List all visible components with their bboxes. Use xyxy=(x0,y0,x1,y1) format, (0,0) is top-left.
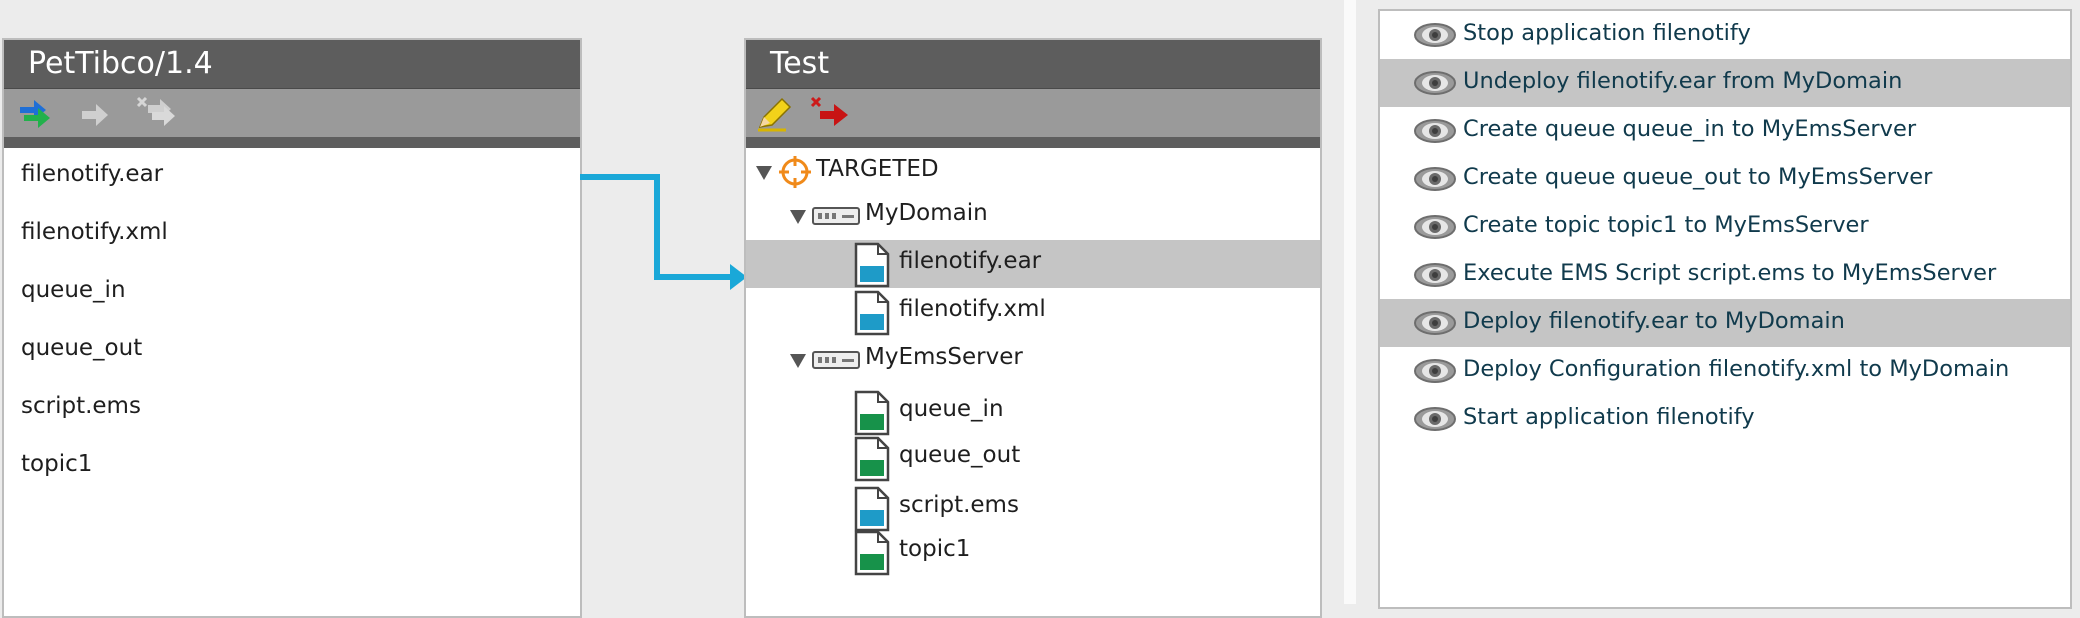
tree-node-file[interactable]: topic1 xyxy=(746,528,1320,576)
tree-node-label: MyEmsServer xyxy=(865,344,1023,370)
eye-icon[interactable] xyxy=(1413,165,1457,199)
tree-node-file[interactable]: script.ems xyxy=(746,484,1320,532)
tree-node-label: topic1 xyxy=(899,536,971,562)
eye-icon[interactable] xyxy=(1413,261,1457,295)
environment-toolbar xyxy=(746,89,1320,137)
deployment-step-label: Deploy filenotify.ear to MyDomain xyxy=(1463,308,1845,334)
deployment-step-label: Create queue queue_out to MyEmsServer xyxy=(1463,164,1933,190)
deployment-step[interactable]: Stop application filenotify xyxy=(1380,11,2070,59)
remove-red-arrow-icon[interactable] xyxy=(810,95,856,137)
deployment-step[interactable]: Start application filenotify xyxy=(1380,395,2070,443)
eye-icon[interactable] xyxy=(1413,213,1457,247)
file-green-icon xyxy=(854,530,890,576)
deployment-step-label: Undeploy filenotify.ear from MyDomain xyxy=(1463,68,1903,94)
tree-node-myemsserver[interactable]: MyEmsServer xyxy=(746,336,1320,384)
deployment-step[interactable]: Create topic topic1 to MyEmsServer xyxy=(1380,203,2070,251)
deployment-step-label: Create topic topic1 to MyEmsServer xyxy=(1463,212,1869,238)
deployment-step[interactable]: Undeploy filenotify.ear from MyDomain xyxy=(1380,59,2070,107)
deployment-steps-list: Stop application filenotify Undeploy file… xyxy=(1380,11,2070,443)
tree-node-file[interactable]: filenotify.ear xyxy=(746,240,1320,288)
deployment-step[interactable]: Deploy filenotify.ear to MyDomain xyxy=(1380,299,2070,347)
tree-node-label: script.ems xyxy=(899,492,1019,518)
package-item[interactable]: script.ems xyxy=(4,386,580,444)
expand-triangle-icon[interactable] xyxy=(790,210,806,224)
file-blue-icon xyxy=(854,290,890,336)
environment-panel-title: Test xyxy=(746,40,1320,89)
tree-node-label: MyDomain xyxy=(865,200,988,226)
toolbar-separator xyxy=(746,137,1320,148)
tree-node-label: queue_in xyxy=(899,396,1004,422)
eye-icon[interactable] xyxy=(1413,309,1457,343)
target-icon xyxy=(779,156,811,188)
drag-connector-arrow xyxy=(580,174,747,290)
deployment-step[interactable]: Create queue queue_in to MyEmsServer xyxy=(1380,107,2070,155)
eye-icon[interactable] xyxy=(1413,405,1457,439)
tree-node-label: queue_out xyxy=(899,442,1021,468)
deployment-step[interactable]: Execute EMS Script script.ems to MyEmsSe… xyxy=(1380,251,2070,299)
panel-gap xyxy=(1344,0,1356,604)
deployment-step-label: Stop application filenotify xyxy=(1463,20,1751,46)
expand-triangle-icon[interactable] xyxy=(756,166,772,180)
server-icon xyxy=(812,351,860,369)
eye-icon[interactable] xyxy=(1413,21,1457,55)
tree-node-file[interactable]: filenotify.xml xyxy=(746,288,1320,336)
eye-icon[interactable] xyxy=(1413,117,1457,151)
deployment-step[interactable]: Deploy Configuration filenotify.xml to M… xyxy=(1380,347,2070,395)
deployment-step[interactable]: Create queue queue_out to MyEmsServer xyxy=(1380,155,2070,203)
file-blue-icon xyxy=(854,486,890,532)
environment-panel: Test TARGETED MyDomain filenotify.ear fi… xyxy=(744,38,1322,618)
package-item[interactable]: queue_out xyxy=(4,328,580,386)
deployment-step-label: Execute EMS Script script.ems to MyEmsSe… xyxy=(1463,260,1997,286)
file-blue-icon xyxy=(854,242,890,288)
expand-triangle-icon[interactable] xyxy=(790,354,806,368)
deployment-step-label: Create queue queue_in to MyEmsServer xyxy=(1463,116,1917,142)
package-item[interactable]: topic1 xyxy=(4,444,580,502)
tree-node-file[interactable]: queue_out xyxy=(746,434,1320,482)
tree-node-label: TARGETED xyxy=(816,156,939,182)
tree-node-label: filenotify.xml xyxy=(899,296,1046,322)
deployment-step-label: Start application filenotify xyxy=(1463,404,1755,430)
eye-icon[interactable] xyxy=(1413,69,1457,103)
tree-node-label: filenotify.ear xyxy=(899,248,1042,274)
file-green-icon xyxy=(854,436,890,482)
server-icon xyxy=(812,207,860,225)
deployment-steps-panel: Stop application filenotify Undeploy file… xyxy=(1378,9,2072,609)
tree-node-file[interactable]: queue_in xyxy=(746,388,1320,436)
pencil-icon[interactable] xyxy=(754,95,794,137)
tree-node-mydomain[interactable]: MyDomain xyxy=(746,192,1320,240)
deployment-step-label: Deploy Configuration filenotify.xml to M… xyxy=(1463,356,2010,382)
eye-icon[interactable] xyxy=(1413,357,1457,391)
tree-node-targeted[interactable]: TARGETED xyxy=(746,148,1320,196)
file-green-icon xyxy=(854,390,890,436)
